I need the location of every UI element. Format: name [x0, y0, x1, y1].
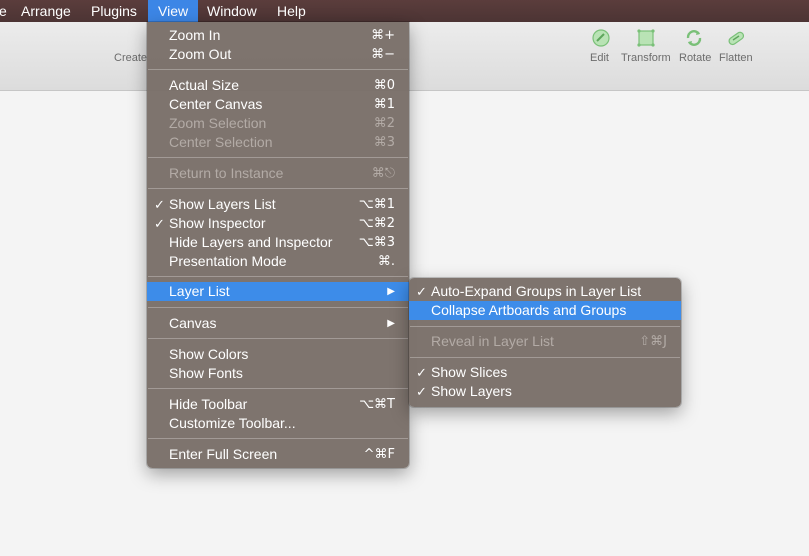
- menu-item-presentation-mode[interactable]: Presentation Mode ⌘.: [147, 252, 409, 271]
- menu-item-label: Show Layers List: [169, 196, 276, 212]
- menu-separator: [410, 357, 680, 358]
- menu-item-show-fonts[interactable]: Show Fonts: [147, 364, 409, 383]
- menu-separator: [148, 307, 408, 308]
- menu-item-show-inspector[interactable]: ✓ Show Inspector ⌥⌘2: [147, 214, 409, 233]
- shortcut: ⌥⌘2: [358, 216, 395, 231]
- menu-item-label: Collapse Artboards and Groups: [431, 302, 627, 318]
- menu-plugins[interactable]: Plugins: [91, 0, 137, 22]
- menu-separator: [148, 438, 408, 439]
- menu-item-center-canvas[interactable]: Center Canvas ⌘1: [147, 95, 409, 114]
- shortcut: ⌘.: [377, 254, 395, 269]
- menu-separator: [148, 188, 408, 189]
- menu-item-actual-size[interactable]: Actual Size ⌘0: [147, 76, 409, 95]
- menu-item-zoom-selection: Zoom Selection ⌘2: [147, 114, 409, 133]
- menu-item-collapse-artboards[interactable]: Collapse Artboards and Groups: [409, 301, 681, 320]
- transform-label: Transform: [621, 52, 671, 64]
- menu-item-show-slices[interactable]: ✓ Show Slices: [409, 363, 681, 382]
- shortcut: ^⌘F: [363, 447, 395, 462]
- menu-item-show-layers-list[interactable]: ✓ Show Layers List ⌥⌘1: [147, 195, 409, 214]
- submenu-arrow-icon: ▶: [387, 318, 395, 329]
- menu-item-label: Return to Instance: [169, 165, 284, 181]
- menu-view[interactable]: View: [148, 0, 199, 22]
- edit-label: Edit: [590, 52, 609, 64]
- checkmark-icon: ✓: [416, 384, 427, 399]
- shortcut: ⌥⌘T: [359, 397, 395, 412]
- menu-item-auto-expand-groups[interactable]: ✓ Auto-Expand Groups in Layer List: [409, 282, 681, 301]
- rotate-icon: [686, 30, 702, 46]
- menu-item-label: Canvas: [169, 315, 217, 331]
- shortcut: ⌘1: [373, 97, 395, 112]
- menu-window[interactable]: Window: [207, 0, 257, 22]
- menu-item-canvas[interactable]: Canvas ▶: [147, 314, 409, 333]
- menu-arrange[interactable]: Arrange: [21, 0, 71, 22]
- menu-item-label: Enter Full Screen: [169, 446, 278, 462]
- view-menu: Zoom In ⌘+ Zoom Out ⌘− Actual Size ⌘0 Ce…: [147, 22, 409, 468]
- menu-separator: [148, 276, 408, 277]
- menu-item-enter-full-screen[interactable]: Enter Full Screen ^⌘F: [147, 445, 409, 464]
- transform-icon: [637, 29, 655, 47]
- menu-item-label: Center Canvas: [169, 96, 263, 112]
- menu-item-label: Show Colors: [169, 346, 249, 362]
- flatten-icon: [728, 31, 745, 46]
- menu-item-show-colors[interactable]: Show Colors: [147, 345, 409, 364]
- menu-item-label: Show Slices: [431, 364, 508, 380]
- shortcut: ⌘2: [373, 116, 395, 131]
- shortcut: ⌘0: [373, 78, 395, 93]
- submenu-arrow-icon: ▶: [387, 286, 395, 297]
- menu-item-label: Zoom In: [169, 27, 221, 43]
- shortcut: ⌥⌘3: [358, 235, 395, 250]
- shortcut: ⌘+: [371, 28, 395, 43]
- shortcut: ⌘3: [373, 135, 395, 150]
- menu-item-label: Hide Layers and Inspector: [169, 234, 333, 250]
- menu-item-reveal-in-layer-list: Reveal in Layer List ⇧⌘J: [409, 332, 681, 351]
- menu-item-label: Reveal in Layer List: [431, 333, 554, 349]
- menu-item-hide-toolbar[interactable]: Hide Toolbar ⌥⌘T: [147, 395, 409, 414]
- checkmark-icon: ✓: [154, 216, 165, 231]
- create-label[interactable]: Create: [114, 52, 147, 64]
- menu-item-zoom-out[interactable]: Zoom Out ⌘−: [147, 45, 409, 64]
- checkmark-icon: ✓: [416, 284, 427, 299]
- menu-item-return-to-instance: Return to Instance ⌘⎋: [147, 164, 409, 183]
- shortcut: ⇧⌘J: [639, 334, 667, 349]
- menu-item-label: Center Selection: [169, 134, 273, 150]
- menu-item-label: Zoom Selection: [169, 115, 267, 131]
- menu-item-label: Show Fonts: [169, 365, 243, 381]
- menu-item-label: Auto-Expand Groups in Layer List: [431, 283, 642, 299]
- menu-item-label: Hide Toolbar: [169, 396, 248, 412]
- menu-separator: [148, 157, 408, 158]
- menu-item-label: Zoom Out: [169, 46, 232, 62]
- shortcut: ⌘⎋: [371, 166, 395, 181]
- menu-item-hide-layers-inspector[interactable]: Hide Layers and Inspector ⌥⌘3: [147, 233, 409, 252]
- menu-item-label: Presentation Mode: [169, 253, 287, 269]
- menu-separator: [148, 388, 408, 389]
- edit-icon: [592, 29, 610, 47]
- menu-item-customize-toolbar[interactable]: Customize Toolbar...: [147, 414, 409, 433]
- shortcut: ⌘−: [371, 47, 395, 62]
- menu-item-label: Show Inspector: [169, 215, 266, 231]
- menu-file-partial[interactable]: e: [0, 0, 7, 22]
- menu-item-label: Layer List: [169, 283, 230, 299]
- checkmark-icon: ✓: [154, 197, 165, 212]
- rotate-label: Rotate: [679, 52, 712, 64]
- menu-bar: e Arrange Plugins View Window Help: [0, 0, 809, 22]
- menu-item-label: Customize Toolbar...: [169, 415, 296, 431]
- menu-item-layer-list[interactable]: Layer List ▶: [147, 282, 409, 301]
- shortcut: ⌥⌘1: [358, 197, 395, 212]
- menu-separator: [148, 338, 408, 339]
- menu-item-label: Actual Size: [169, 77, 240, 93]
- checkmark-icon: ✓: [416, 365, 427, 380]
- menu-help[interactable]: Help: [277, 0, 306, 22]
- menu-separator: [148, 69, 408, 70]
- menu-item-label: Show Layers: [431, 383, 512, 399]
- menu-separator: [410, 326, 680, 327]
- menu-item-show-layers[interactable]: ✓ Show Layers: [409, 382, 681, 401]
- menu-item-center-selection: Center Selection ⌘3: [147, 133, 409, 152]
- menu-item-zoom-in[interactable]: Zoom In ⌘+: [147, 26, 409, 45]
- flatten-label: Flatten: [719, 52, 753, 64]
- layer-list-submenu: ✓ Auto-Expand Groups in Layer List Colla…: [409, 278, 681, 407]
